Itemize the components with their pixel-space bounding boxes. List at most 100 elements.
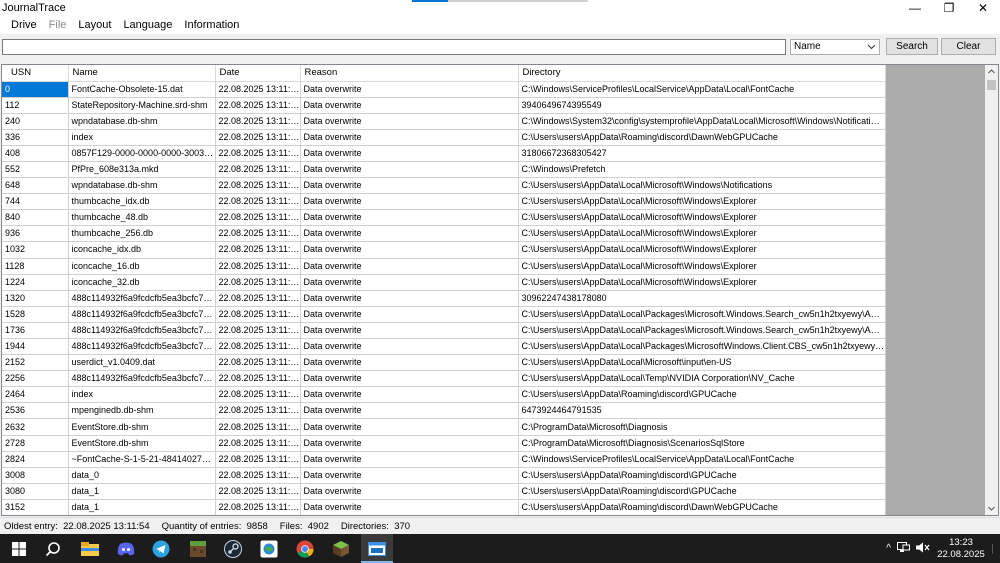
menu-file[interactable]: File (43, 16, 73, 34)
cell-date: 22.08.2025 13:11:54 (215, 338, 301, 356)
table-row[interactable]: 1944 488c114932f6a9fcdcfb5ea3bcfc7c6_f...… (2, 338, 886, 356)
cell-directory: C:\Windows\ServiceProfiles\LocalService\… (518, 81, 886, 98)
search-icon[interactable] (42, 538, 64, 560)
cell-directory: C:\Users\users\AppData\Roaming\discord\G… (518, 386, 886, 404)
table-row[interactable]: 2536 mpenginedb.db-shm 22.08.2025 13:11:54… (2, 402, 886, 420)
menu-drive[interactable]: Drive (0, 16, 43, 34)
search-input[interactable] (2, 39, 786, 55)
cell-directory: 30962247438178080 (518, 290, 886, 307)
menu-bar: Drive File Layout Language Information (0, 16, 1000, 34)
table-row[interactable]: 1032 iconcache_idx.db 22.08.2025 13:11:54 D… (2, 241, 886, 259)
maximize-button[interactable]: ❐ (932, 0, 966, 16)
search-row: Name Search Clear (0, 34, 1000, 64)
minecraft-icon[interactable] (187, 538, 209, 560)
tray-chevron-icon[interactable]: ^ (886, 543, 891, 554)
cell-usn: 1736 (2, 322, 69, 340)
table-row[interactable]: 2632 EventStore.db-shm 22.08.2025 13:11:54… (2, 418, 886, 436)
cell-name: data_1 (68, 499, 216, 515)
table-row[interactable]: 2464 index 22.08.2025 13:11:54 Data overwri… (2, 386, 886, 404)
table-row[interactable]: 2256 488c114932f6a9fcdcfb5ea3bcfc7c6_f...… (2, 370, 886, 388)
cell-name: iconcache_idx.db (68, 241, 216, 259)
steam-icon[interactable] (222, 538, 244, 560)
cell-directory: C:\Users\users\AppData\Local\Microsoft\W… (518, 274, 886, 291)
cell-date: 22.08.2025 13:11:54 (215, 225, 301, 243)
table-row[interactable]: 840 thumbcache_48.db 22.08.2025 13:11:54 Da… (2, 209, 886, 227)
cell-usn: 648 (2, 177, 69, 195)
volume-muted-icon[interactable] (916, 542, 930, 556)
cell-reason: Data overwrite (300, 241, 519, 259)
table-row[interactable]: 648 wpndatabase.db-shm 22.08.2025 13:11:54… (2, 177, 886, 195)
table-row[interactable]: 3080 data_1 22.08.2025 13:11:54 Data overwr… (2, 483, 886, 500)
table-row[interactable]: 2728 EventStore.db-shm 22.08.2025 13:11:54… (2, 435, 886, 452)
cell-directory: C:\Users\users\AppData\Local\Temp\NVIDIA… (518, 370, 886, 388)
cell-directory: C:\Users\users\AppData\Roaming\discord\D… (518, 499, 886, 515)
discord-icon[interactable] (115, 538, 137, 560)
scroll-thumb[interactable] (987, 80, 996, 90)
table-row[interactable]: 1128 iconcache_16.db 22.08.2025 13:11:54 Da… (2, 258, 886, 275)
windows-start-icon[interactable] (8, 538, 30, 560)
title-accent-highlight (412, 0, 448, 2)
table-row[interactable]: 936 thumbcache_256.db 22.08.2025 13:11:54 D… (2, 225, 886, 243)
table-row[interactable]: 3008 data_0 22.08.2025 13:11:54 Data overwr… (2, 467, 886, 484)
status-bar: Oldest entry: 22.08.2025 13:11:54 Quanti… (0, 517, 1000, 534)
cell-usn: 1528 (2, 306, 69, 323)
cell-reason: Data overwrite (300, 274, 519, 291)
table-row[interactable]: 1224 iconcache_32.db 22.08.2025 13:11:54 Da… (2, 274, 886, 291)
column-header-name[interactable]: Name (68, 65, 216, 82)
cell-usn: 744 (2, 193, 69, 211)
menu-information[interactable]: Information (178, 16, 245, 34)
table-header: USN Name Date Reason Directory (2, 65, 886, 82)
cell-reason: Data overwrite (300, 386, 519, 404)
cell-name: FontCache-Obsolete-15.dat (68, 81, 216, 98)
cell-usn: 2632 (2, 418, 69, 436)
table-row[interactable]: 112 StateRepository-Machine.srd-shm 22.08.… (2, 97, 886, 114)
cell-name: 488c114932f6a9fcdcfb5ea3bcfc7c6_f... (68, 322, 216, 340)
scroll-down-icon[interactable] (985, 502, 998, 515)
cell-reason: Data overwrite (300, 499, 519, 515)
column-header-directory[interactable]: Directory (518, 65, 886, 82)
table-row[interactable]: 336 index 22.08.2025 13:11:54 Data overwrit… (2, 129, 886, 146)
table-row[interactable]: 2824~FontCache-S-1-5-21-484140273-730...… (2, 451, 886, 468)
clear-button[interactable]: Clear (941, 38, 996, 55)
column-header-date[interactable]: Date (215, 65, 301, 82)
notification-icon[interactable] (986, 534, 1000, 563)
table-row[interactable]: 4080857F129-0000-0000-0000-30030000...22… (2, 145, 886, 162)
table-row[interactable]: 744 thumbcache_idx.db 22.08.2025 13:11:54 D… (2, 193, 886, 211)
cell-date: 22.08.2025 13:11:54 (215, 386, 301, 404)
table-row[interactable]: 552 PfPre_608e313a.mkd 22.08.2025 13:11:54… (2, 161, 886, 179)
network-icon[interactable] (897, 541, 910, 556)
table-row[interactable]: 1736 488c114932f6a9fcdcfb5ea3bcfc7c6_f...… (2, 322, 886, 340)
app-icon[interactable] (258, 538, 280, 560)
cell-name: 488c114932f6a9fcdcfb5ea3bcfc7c6_f... (68, 306, 216, 323)
table-row[interactable]: 3152 data_1 22.08.2025 13:11:54 Data overwr… (2, 499, 886, 515)
table-row[interactable]: 1528 488c114932f6a9fcdcfb5ea3bcfc7c6_f...… (2, 306, 886, 323)
chrome-icon[interactable] (294, 538, 316, 560)
column-header-reason[interactable]: Reason (300, 65, 519, 82)
table-row[interactable]: 1320 488c114932f6a9fcdcfb5ea3bcfc7c6_f...… (2, 290, 886, 307)
minecraft-launcher-icon[interactable] (330, 538, 352, 560)
cell-reason: Data overwrite (300, 97, 519, 114)
scroll-up-icon[interactable] (985, 65, 998, 78)
cell-reason: Data overwrite (300, 177, 519, 195)
cell-directory: 31806672368305427 (518, 145, 886, 162)
column-header-usn[interactable]: USN (2, 65, 69, 82)
cell-name: index (68, 129, 216, 146)
search-field-select[interactable]: Name (790, 39, 880, 55)
menu-layout[interactable]: Layout (72, 16, 117, 34)
table-row[interactable]: 240 wpndatabase.db-shm 22.08.2025 13:11:54… (2, 113, 886, 130)
cell-usn: 1944 (2, 338, 69, 356)
vertical-scrollbar[interactable] (985, 65, 998, 515)
oldest-entry-label: Oldest entry: (4, 520, 58, 532)
taskbar-clock[interactable]: 13:23 22.08.2025 (936, 537, 986, 561)
menu-language[interactable]: Language (117, 16, 178, 34)
cell-directory: C:\Users\users\AppData\Local\Packages\Mi… (518, 306, 886, 323)
file-explorer-icon[interactable] (79, 538, 101, 560)
journaltrace-icon[interactable] (366, 538, 388, 560)
table-row[interactable]: 2152 userdict_v1.0409.dat 22.08.2025 13:11… (2, 354, 886, 372)
search-button[interactable]: Search (886, 38, 938, 55)
cell-date: 22.08.2025 13:11:54 (215, 435, 301, 452)
close-button[interactable]: ✕ (966, 0, 1000, 16)
minimize-button[interactable]: — (898, 0, 932, 16)
telegram-icon[interactable] (150, 538, 172, 560)
table-row[interactable]: 0 FontCache-Obsolete-15.dat 22.08.2025 13:… (2, 81, 886, 98)
